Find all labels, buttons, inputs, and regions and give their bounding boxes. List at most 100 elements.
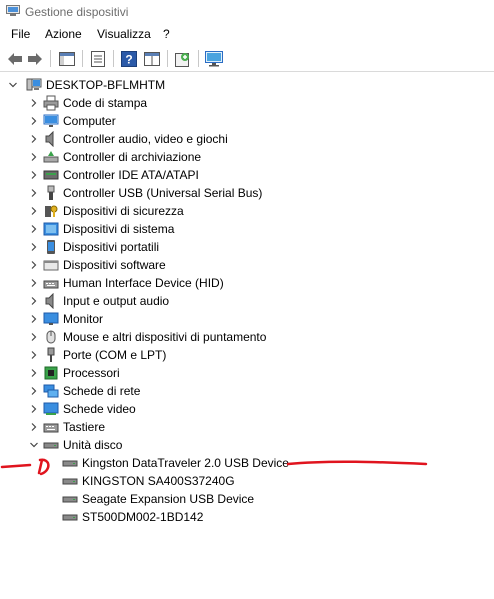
chevron-right-icon[interactable]: [27, 274, 41, 292]
chevron-right-icon[interactable]: [27, 220, 41, 238]
device-manager-icon: [6, 5, 20, 16]
tree-category[interactable]: Schede video: [27, 400, 136, 418]
chevron-down-icon[interactable]: [6, 76, 20, 94]
chevron-right-icon[interactable]: [27, 148, 41, 166]
window-title: Gestione dispositivi: [25, 5, 129, 19]
category-label: Input e output audio: [63, 294, 170, 308]
chevron-right-icon[interactable]: [27, 418, 41, 436]
category-label: Dispositivi di sicurezza: [63, 204, 184, 218]
processor-icon: [43, 365, 59, 381]
menu-azione[interactable]: Azione: [45, 27, 82, 41]
category-label: Computer: [63, 114, 116, 128]
properties-button[interactable]: [88, 49, 108, 69]
storage-controller-icon: [43, 149, 59, 165]
tree-device[interactable]: ST500DM002-1BD142: [60, 508, 203, 526]
toolbar: ?: [0, 45, 494, 72]
tree-category[interactable]: Dispositivi di sistema: [27, 220, 174, 238]
category-label: Schede video: [63, 402, 136, 416]
chevron-right-icon[interactable]: [27, 112, 41, 130]
chevron-right-icon[interactable]: [27, 94, 41, 112]
tree-category[interactable]: Code di stampa: [27, 94, 147, 112]
category-label: Tastiere: [63, 420, 106, 434]
title-bar: Gestione dispositivi: [0, 0, 494, 24]
chevron-right-icon[interactable]: [27, 310, 41, 328]
forward-button[interactable]: [25, 49, 45, 69]
tree-category[interactable]: Mouse e altri dispositivi di puntamento: [27, 328, 266, 346]
tree-category[interactable]: Monitor: [27, 310, 103, 328]
monitor-icon: [43, 311, 59, 327]
chevron-right-icon[interactable]: [27, 292, 41, 310]
ide-controller-icon: [43, 167, 59, 183]
show-hide-console-tree-button[interactable]: [57, 49, 77, 69]
category-label: Controller audio, video e giochi: [63, 132, 228, 146]
chevron-down-icon[interactable]: [27, 436, 41, 454]
tree-category[interactable]: Tastiere: [27, 418, 105, 436]
arrow-right-icon: [28, 53, 42, 65]
display-adapter-icon: [43, 401, 59, 417]
system-devices-icon: [43, 221, 59, 237]
tree-root[interactable]: DESKTOP-BFLMHTM: [6, 76, 165, 94]
tree-category[interactable]: Porte (COM e LPT): [27, 346, 166, 364]
chevron-right-icon[interactable]: [27, 238, 41, 256]
tree-device[interactable]: KINGSTON SA400S37240G: [60, 472, 235, 490]
category-label: Dispositivi di sistema: [63, 222, 175, 236]
back-button[interactable]: [5, 49, 25, 69]
tree-category[interactable]: Computer: [27, 112, 116, 130]
usb-icon: [43, 185, 59, 201]
toolbar-separator: [113, 50, 114, 67]
security-key-icon: [43, 203, 59, 219]
device-label: ST500DM002-1BD142: [82, 510, 204, 524]
tree-category[interactable]: Input e output audio: [27, 292, 169, 310]
software-device-icon: [43, 257, 59, 273]
device-label: Kingston DataTraveler 2.0 USB Device: [82, 456, 289, 470]
chevron-right-icon[interactable]: [27, 400, 41, 418]
device-tree: DESKTOP-BFLMHTM Code di stampa Computer …: [0, 73, 494, 599]
help-icon: ?: [121, 51, 137, 67]
tree-device[interactable]: Kingston DataTraveler 2.0 USB Device: [60, 454, 289, 472]
printer-queue-icon: [43, 95, 59, 111]
action-view-button[interactable]: [142, 49, 162, 69]
chevron-right-icon[interactable]: [27, 166, 41, 184]
category-label: Controller di archiviazione: [63, 150, 202, 164]
tree-device[interactable]: Seagate Expansion USB Device: [60, 490, 254, 508]
portable-device-icon: [43, 239, 59, 255]
tree-category[interactable]: Dispositivi portatili: [27, 238, 159, 256]
tree-category[interactable]: Dispositivi software: [27, 256, 166, 274]
keyboard-icon: [43, 419, 59, 435]
chevron-right-icon[interactable]: [27, 328, 41, 346]
category-label: Dispositivi portatili: [63, 240, 160, 254]
menu-help[interactable]: ?: [163, 27, 170, 41]
monitor-icon: [205, 51, 223, 67]
help-button[interactable]: ?: [119, 49, 139, 69]
mouse-icon: [43, 329, 59, 345]
tree-category[interactable]: Controller IDE ATA/ATAPI: [27, 166, 199, 184]
toolbar-separator: [167, 50, 168, 67]
chevron-right-icon[interactable]: [27, 382, 41, 400]
tree-category[interactable]: Schede di rete: [27, 382, 140, 400]
speaker-icon: [43, 131, 59, 147]
tree-category[interactable]: Dispositivi di sicurezza: [27, 202, 184, 220]
scan-hardware-changes-button[interactable]: [173, 49, 193, 69]
console-tree-icon: [59, 52, 75, 66]
menu-visualizza[interactable]: Visualizza: [97, 27, 151, 41]
chevron-right-icon[interactable]: [27, 346, 41, 364]
chevron-right-icon[interactable]: [27, 184, 41, 202]
tree-category[interactable]: Controller di archiviazione: [27, 148, 201, 166]
tree-category[interactable]: Controller USB (Universal Serial Bus): [27, 184, 262, 202]
tree-category[interactable]: Controller audio, video e giochi: [27, 130, 228, 148]
computer-icon: [43, 113, 59, 129]
display-monitor-button[interactable]: [204, 49, 224, 69]
chevron-right-icon[interactable]: [27, 364, 41, 382]
chevron-right-icon[interactable]: [27, 256, 41, 274]
scan-hardware-icon: [175, 53, 189, 67]
tree-category-expanded[interactable]: Unità disco: [27, 436, 122, 454]
category-label: Unità disco: [63, 438, 123, 452]
tree-category[interactable]: Processori: [27, 364, 120, 382]
chevron-right-icon[interactable]: [27, 202, 41, 220]
tree-category[interactable]: Human Interface Device (HID): [27, 274, 224, 292]
menu-file[interactable]: File: [11, 27, 30, 41]
audio-io-icon: [43, 293, 59, 309]
category-label: Mouse e altri dispositivi di puntamento: [63, 330, 267, 344]
chevron-right-icon[interactable]: [27, 130, 41, 148]
category-label: Schede di rete: [63, 384, 141, 398]
